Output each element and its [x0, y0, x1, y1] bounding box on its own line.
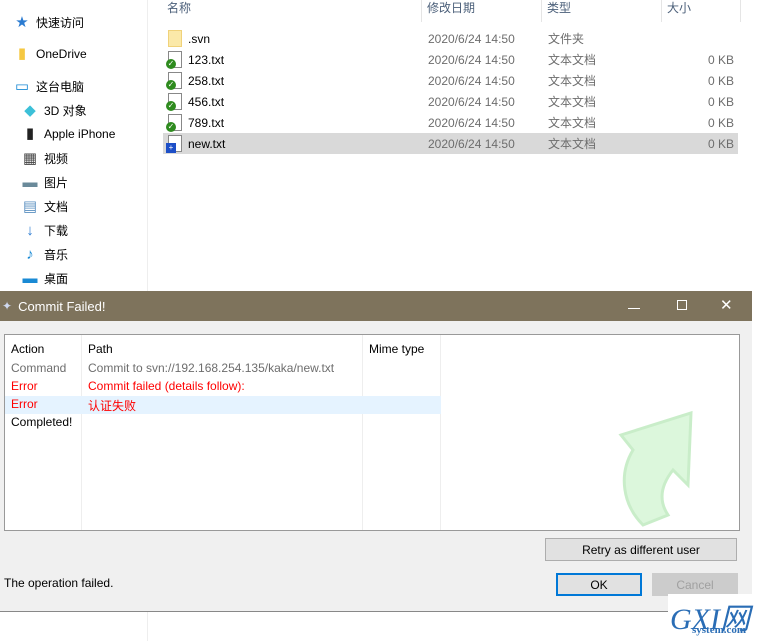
file-row[interactable]: .svn 2020/6/24 14:50 文件夹	[163, 28, 738, 49]
row-action[interactable]: Completed!	[11, 415, 72, 429]
sidebar-item-label: Apple iPhone	[44, 127, 116, 141]
cancel-button[interactable]: Cancel	[652, 573, 738, 596]
file-row[interactable]: ✓ 123.txt 2020/6/24 14:50 文本文档 0 KB	[163, 49, 738, 70]
svn-normal-file-icon: ✓	[166, 93, 182, 111]
sidebar-item-label: OneDrive	[36, 47, 87, 61]
sidebar-item-label: 快速访问	[36, 16, 85, 30]
video-icon: ▦	[22, 149, 38, 167]
column-path[interactable]: Path	[88, 342, 113, 356]
file-type: 文本文档	[548, 137, 597, 151]
sidebar-item-label: 文档	[44, 200, 69, 214]
file-name: 789.txt	[188, 115, 225, 130]
sidebar-item-label: 这台电脑	[36, 80, 85, 94]
sidebar-item-label: 视频	[44, 152, 69, 166]
file-size: 0 KB	[707, 73, 734, 88]
file-type: 文本文档	[548, 53, 597, 67]
sidebar-item-label: 3D 对象	[44, 104, 87, 118]
computer-icon: ▭	[14, 77, 30, 95]
column-header-date[interactable]: 修改日期	[423, 0, 542, 22]
dialog-title: Commit Failed!	[18, 298, 106, 314]
watermark: GXI网 system.com	[668, 594, 767, 641]
row-action[interactable]: Command	[11, 361, 66, 375]
file-name: 123.txt	[188, 52, 225, 67]
column-header-name[interactable]: 名称	[163, 0, 422, 22]
file-date: 2020/6/24 14:50	[428, 73, 515, 88]
cube-icon: ◆	[24, 101, 36, 119]
row-path[interactable]: Commit failed (details follow):	[88, 379, 245, 393]
file-type: 文件夹	[548, 32, 585, 46]
column-mime-type[interactable]: Mime type	[369, 342, 424, 356]
folder-icon	[168, 30, 182, 47]
phone-icon: ▮	[25, 125, 35, 142]
picture-icon: ▬	[22, 173, 38, 191]
sidebar-item[interactable]: ◆ 3D 对象	[22, 101, 87, 119]
column-header-type[interactable]: 类型	[543, 0, 662, 22]
download-icon: ↓	[26, 221, 34, 239]
file-name: 258.txt	[188, 73, 225, 88]
sidebar-item[interactable]: ▬ 桌面	[22, 269, 69, 287]
sidebar-item[interactable]: ▬ 图片	[22, 173, 69, 191]
sidebar-item[interactable]: ▮ OneDrive	[14, 46, 87, 62]
row-path[interactable]: 认证失败	[88, 397, 136, 414]
sidebar-item-label: 下载	[44, 224, 69, 238]
column-action[interactable]: Action	[11, 342, 44, 356]
file-name: .svn	[188, 31, 211, 46]
sidebar-item[interactable]: ▮ Apple iPhone	[22, 125, 116, 142]
svn-normal-file-icon: ✓	[166, 51, 182, 69]
title-bar[interactable]: ✦ Commit Failed! ✕	[0, 291, 752, 321]
results-list[interactable]: Action Path Mime type Command Commit to s…	[4, 334, 740, 531]
status-text: The operation failed.	[4, 576, 114, 590]
sidebar-item[interactable]: ♪ 音乐	[22, 246, 68, 263]
file-size: 0 KB	[707, 52, 734, 67]
selected-row-highlight[interactable]	[5, 396, 441, 414]
column-header-size[interactable]: 大小	[663, 0, 741, 22]
file-row[interactable]: ✓ 789.txt 2020/6/24 14:50 文本文档 0 KB	[163, 112, 738, 133]
star-icon: ★	[15, 13, 29, 31]
retry-as-different-user-button[interactable]: Retry as different user	[545, 538, 737, 561]
file-date: 2020/6/24 14:50	[428, 52, 515, 67]
row-action[interactable]: Error	[11, 379, 38, 393]
svn-normal-file-icon: ✓	[166, 72, 182, 90]
file-date: 2020/6/24 14:50	[428, 115, 515, 130]
sidebar-item[interactable]: ▭ 这台电脑	[14, 78, 84, 95]
svn-normal-file-icon: ✓	[166, 114, 182, 132]
file-size: 0 KB	[707, 94, 734, 109]
minimize-button[interactable]	[628, 299, 640, 309]
desktop-icon: ▬	[22, 269, 38, 287]
sidebar-item-label: 音乐	[44, 248, 69, 262]
file-type: 文本文档	[548, 95, 597, 109]
file-date: 2020/6/24 14:50	[428, 136, 515, 151]
svn-added-file-icon: +	[166, 135, 182, 153]
sidebar-item[interactable]: ↓ 下载	[22, 222, 68, 239]
document-icon: ▤	[22, 197, 38, 215]
sidebar-item[interactable]: ▤ 文档	[22, 198, 68, 215]
row-path[interactable]: Commit to svn://192.168.254.135/kaka/new…	[88, 361, 334, 375]
file-size: 0 KB	[707, 136, 734, 151]
folder-icon: ▮	[17, 45, 27, 62]
row-action[interactable]: Error	[11, 397, 38, 411]
commit-failed-dialog: ✦ Commit Failed! ✕ Action Path Mime type…	[0, 291, 752, 612]
ok-button[interactable]: OK	[556, 573, 642, 596]
sidebar-item[interactable]: ★ 快速访问	[14, 14, 84, 31]
sidebar-item[interactable]: ▦ 视频	[22, 150, 68, 167]
sidebar-item-label: 图片	[44, 176, 69, 190]
file-size: 0 KB	[707, 115, 734, 130]
tortoise-icon: ✦	[2, 299, 13, 313]
file-date: 2020/6/24 14:50	[428, 31, 515, 46]
music-icon: ♪	[26, 245, 34, 263]
file-type: 文本文档	[548, 116, 597, 130]
file-name: 456.txt	[188, 94, 225, 109]
file-row[interactable]: ✓ 258.txt 2020/6/24 14:50 文本文档 0 KB	[163, 70, 738, 91]
file-date: 2020/6/24 14:50	[428, 94, 515, 109]
file-row[interactable]: ✓ 456.txt 2020/6/24 14:50 文本文档 0 KB	[163, 91, 738, 112]
arrow-icon	[618, 410, 693, 527]
maximize-button[interactable]	[677, 300, 687, 310]
sidebar-item-label: 桌面	[44, 272, 69, 286]
file-row[interactable]: + new.txt 2020/6/24 14:50 文本文档 0 KB	[163, 133, 738, 154]
file-name: new.txt	[188, 136, 226, 151]
close-button[interactable]: ✕	[720, 296, 733, 314]
file-type: 文本文档	[548, 74, 597, 88]
